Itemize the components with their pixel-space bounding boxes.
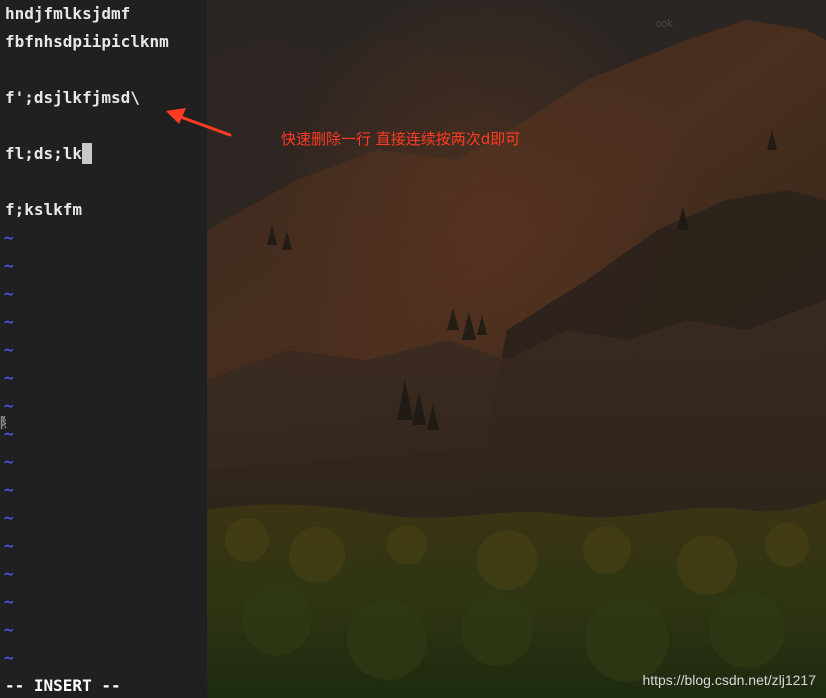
empty-line-tilde: ~: [4, 368, 14, 387]
empty-line-tilde: ~: [4, 312, 14, 331]
text-cursor: [82, 143, 93, 164]
empty-line-tilde: ~: [4, 536, 14, 555]
stray-glyph: 除: [0, 413, 6, 433]
buffer-line[interactable]: f';dsjlkfjmsd\: [5, 87, 140, 109]
vim-mode-indicator: -- INSERT --: [5, 676, 121, 695]
empty-line-tilde: ~: [4, 256, 14, 275]
buffer-line[interactable]: fbfnhsdpiipiclknm: [5, 31, 169, 53]
empty-line-tilde: ~: [4, 508, 14, 527]
empty-line-tilde: ~: [4, 648, 14, 667]
mountain-landscape-image: [207, 0, 826, 698]
empty-line-tilde: ~: [4, 340, 14, 359]
buffer-line-current[interactable]: fl;ds;lk: [5, 143, 93, 165]
screen: ook hndjfmlksjdmf fbfnhsdpiipiclknm f';d…: [0, 0, 826, 698]
desktop-wallpaper: [207, 0, 826, 698]
empty-line-tilde: ~: [4, 592, 14, 611]
annotation-arrow-icon: [166, 108, 232, 137]
background-window-text: ook: [655, 18, 673, 30]
current-line-text: fl;ds;lk: [5, 144, 83, 163]
empty-line-tilde: ~: [4, 620, 14, 639]
annotation-note: 快速删除一行 直接连续按两次d即可: [281, 130, 521, 148]
empty-line-tilde: ~: [4, 228, 14, 247]
watermark-url: https://blog.csdn.net/zlj1217: [642, 672, 816, 688]
empty-line-tilde: ~: [4, 284, 14, 303]
empty-line-tilde: ~: [4, 480, 14, 499]
empty-line-tilde: ~: [4, 452, 14, 471]
buffer-line[interactable]: hndjfmlksjdmf: [5, 3, 130, 25]
buffer-line[interactable]: f;kslkfm: [5, 199, 82, 221]
empty-line-tilde: ~: [4, 564, 14, 583]
